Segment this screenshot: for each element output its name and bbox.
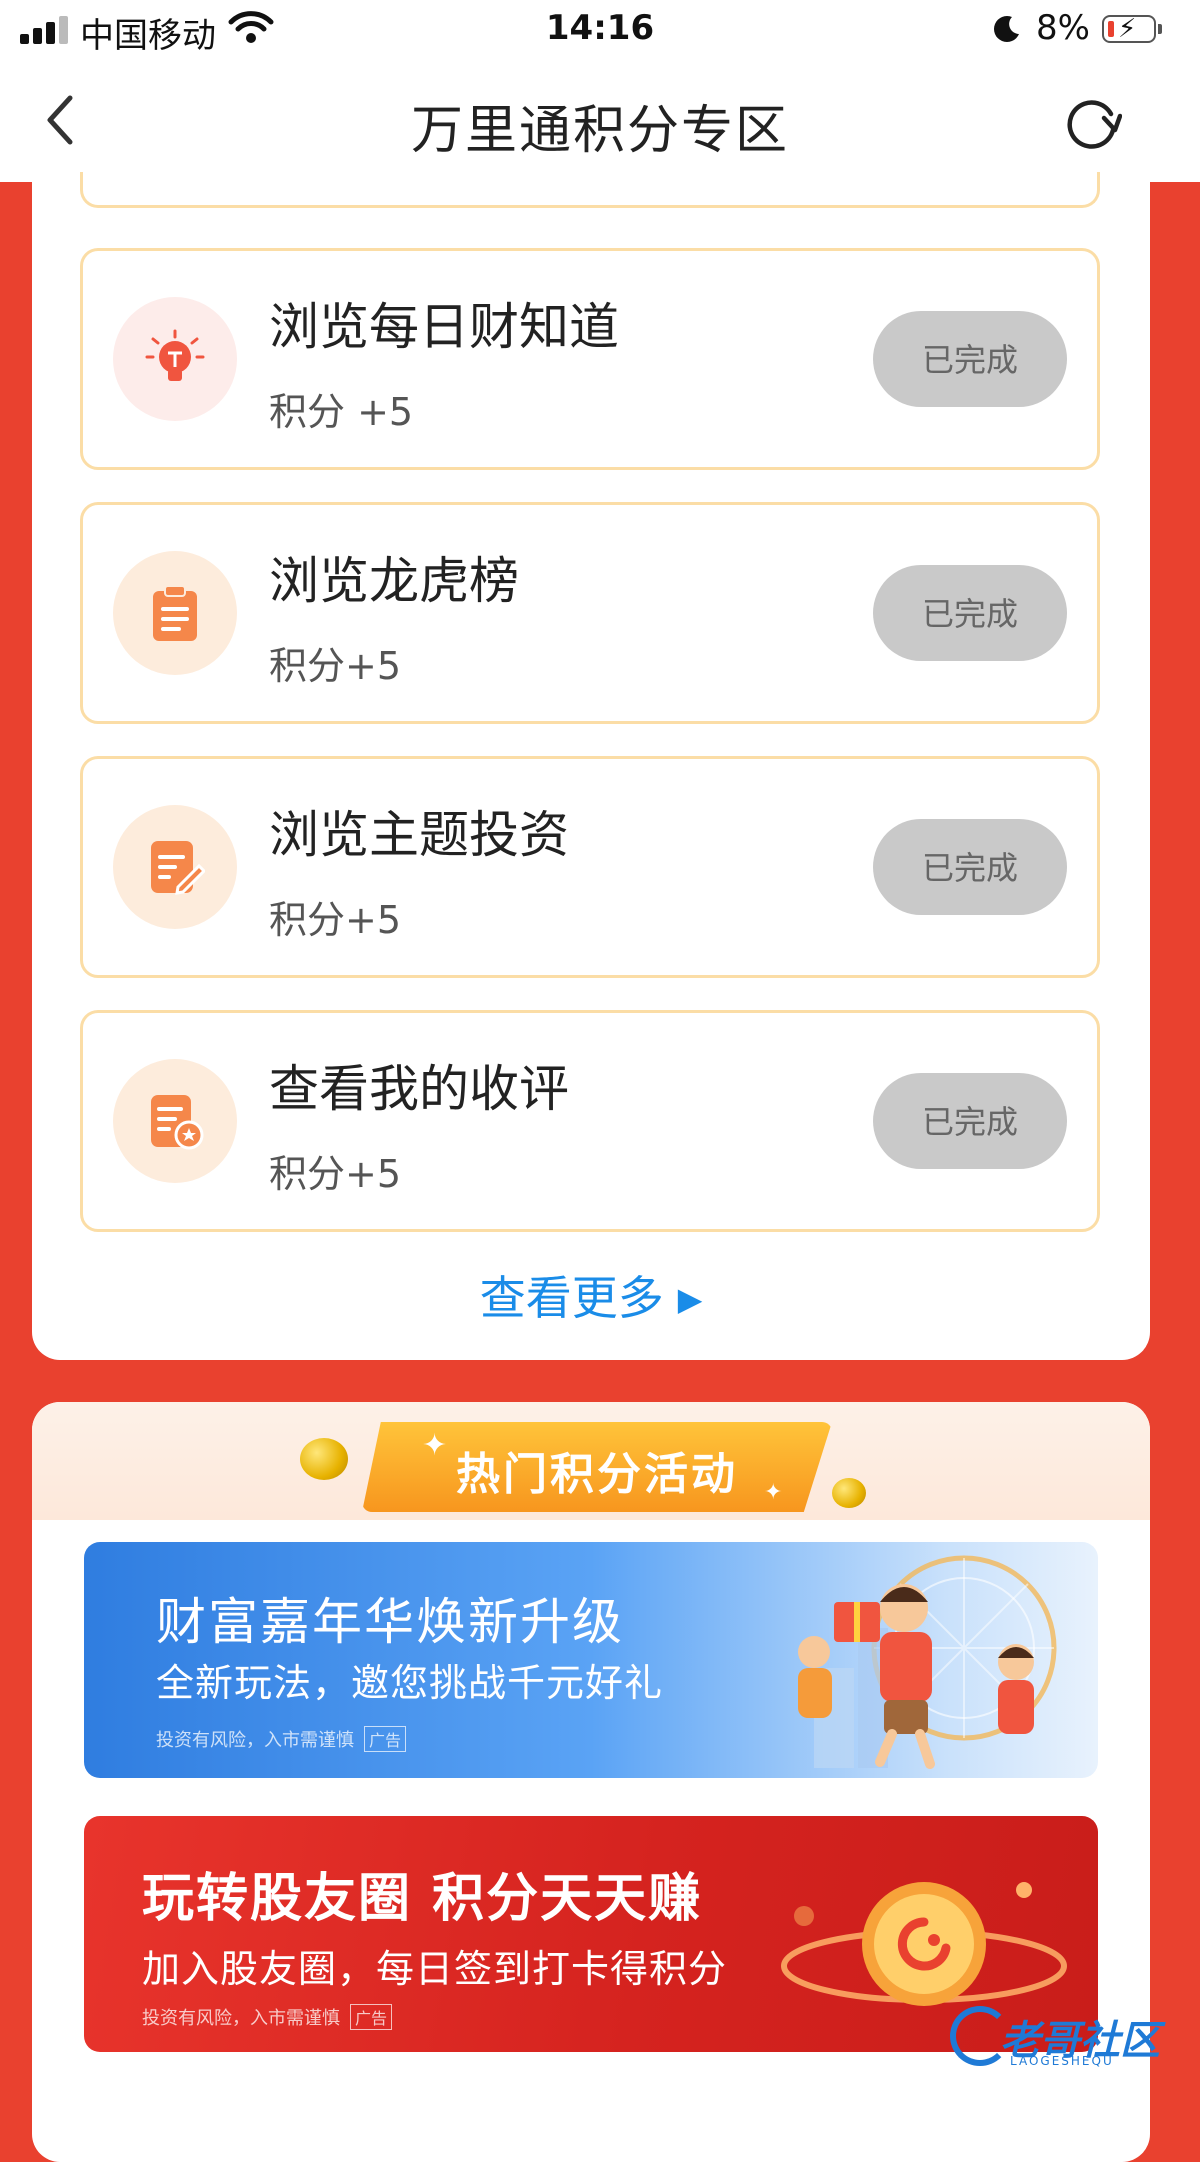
refresh-icon[interactable] (1064, 94, 1122, 152)
view-more-link[interactable]: 查看更多 ▶ (32, 1262, 1150, 1328)
nav-bar: 万里通积分专区 (0, 60, 1200, 182)
battery-percent: 8% (1036, 8, 1090, 48)
risk-text: 投资有风险，入市需谨慎 (142, 2008, 340, 2029)
page-title: 万里通积分专区 (410, 101, 789, 161)
edit-document-icon (151, 841, 205, 895)
banner-title: 玩转股友圈 积分天天赚 (142, 1869, 703, 1929)
task-status-button[interactable]: 已完成 (873, 1073, 1067, 1169)
task-status-button[interactable]: 已完成 (873, 819, 1067, 915)
risk-text: 投资有风险，入市需谨慎 (156, 1730, 354, 1751)
task-item-partial (80, 172, 1100, 208)
task-icon-bg (113, 1059, 237, 1183)
task-name: 查看我的收评 (269, 1060, 569, 1118)
view-more-label: 查看更多 (479, 1271, 664, 1325)
lightbulb-icon (145, 329, 205, 381)
task-name: 浏览每日财知道 (269, 298, 619, 356)
task-points: 积分+5 (269, 1152, 402, 1196)
moon-icon (994, 16, 1019, 42)
task-status-button[interactable]: 已完成 (873, 565, 1067, 661)
coin-icon (300, 1438, 348, 1480)
ad-tag: 广告 (350, 2004, 393, 2030)
sparkle-icon: ✦ (764, 1480, 783, 1505)
activities-header: ✦ 热门积分活动 ✦ (32, 1402, 1150, 1520)
task-points: 积分+5 (269, 644, 402, 688)
banner-title: 财富嘉年华焕新升级 (156, 1593, 624, 1651)
watermark-subtext: LAOGESHEQU (1010, 2054, 1114, 2068)
review-document-icon (151, 1095, 204, 1150)
banner-subtitle: 全新玩法，邀您挑战千元好礼 (156, 1661, 664, 1705)
play-arrow-icon: ▶ (677, 1280, 703, 1318)
coin-icon (832, 1478, 866, 1508)
banner-carnival[interactable]: 财富嘉年华焕新升级 全新玩法，邀您挑战千元好礼 投资有风险，入市需谨慎 广告 (84, 1542, 1098, 1778)
task-points: 积分+5 (269, 898, 402, 942)
battery-cap (1158, 24, 1162, 34)
task-item: 浏览龙虎榜 积分+5 已完成 (80, 502, 1100, 724)
task-item: 浏览主题投资 积分+5 已完成 (80, 756, 1100, 978)
clipboard-icon (153, 585, 197, 641)
banner-stock-circle[interactable]: 玩转股友圈 积分天天赚 加入股友圈，每日签到打卡得积分 投资有风险，入市需谨慎广… (84, 1816, 1098, 2052)
task-icon-bg (113, 805, 237, 929)
kids-illustration (798, 1584, 1034, 1769)
task-item: 查看我的收评 积分+5 已完成 (80, 1010, 1100, 1232)
task-icon-bg (113, 551, 237, 675)
task-points: 积分 +5 (269, 390, 414, 434)
banner-subtitle: 加入股友圈，每日签到打卡得积分 (142, 1947, 728, 1991)
ad-tag: 广告 (364, 1726, 407, 1752)
battery-icon: ⚡ (1102, 15, 1156, 43)
task-name: 浏览龙虎榜 (269, 552, 519, 610)
task-name: 浏览主题投资 (269, 806, 569, 864)
task-icon-bg (113, 297, 237, 421)
activities-title: 热门积分活动 (456, 1449, 738, 1500)
status-bar: 中国移动 14:16 8% ⚡ (0, 0, 1200, 60)
task-item: 浏览每日财知道 积分 +5 已完成 (80, 248, 1100, 470)
task-status-button[interactable]: 已完成 (873, 311, 1067, 407)
watermark-logo: 老哥社区 LAOGESHEQU (950, 2004, 1180, 2074)
task-card: 浏览每日财知道 积分 +5 已完成 浏览龙虎榜 积分+5 已完成 浏览主题投资 … (32, 172, 1150, 1360)
risk-disclaimer: 投资有风险，入市需谨慎 广告 (142, 2004, 393, 2030)
risk-disclaimer: 投资有风险，入市需谨慎 广告 (156, 1726, 407, 1752)
